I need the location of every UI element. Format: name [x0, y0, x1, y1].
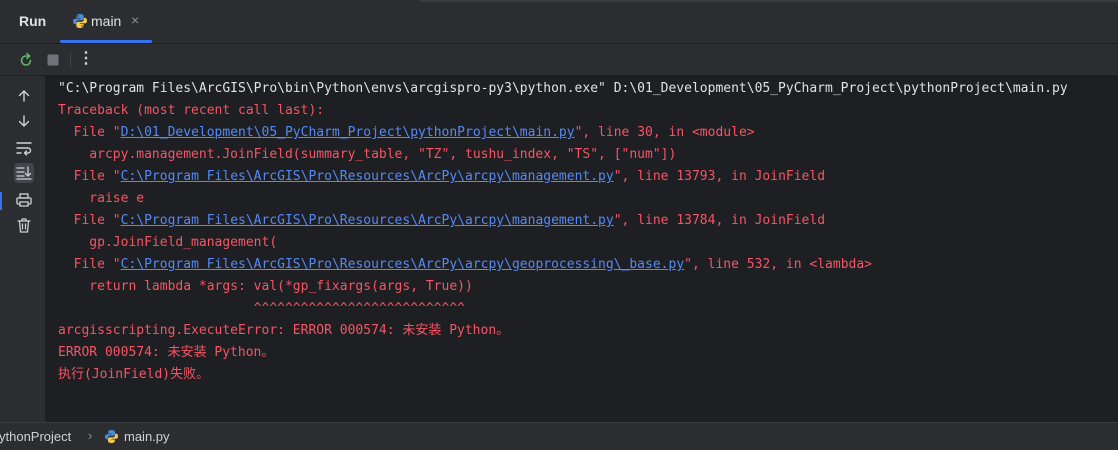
- toolbar-divider: [70, 53, 71, 67]
- console-text: Traceback (most recent call last):: [58, 103, 325, 118]
- console-line: File "D:\01_Development\05_PyCharm_Proje…: [58, 122, 755, 144]
- console-line: File "C:\Program Files\ArcGIS\Pro\Resour…: [58, 166, 825, 188]
- console-line: "C:\Program Files\ArcGIS\Pro\bin\Python\…: [58, 78, 1068, 100]
- tab-main[interactable]: main ×: [60, 0, 152, 44]
- down-arrow-icon[interactable]: [14, 111, 34, 131]
- console-text: ", line 13793, in JoinField: [613, 169, 826, 184]
- chevron-right-icon: ›: [88, 428, 93, 443]
- console-side-toolbar: [0, 76, 46, 422]
- console-text: ^^^^^^^^^^^^^^^^^^^^^^^^^^^: [58, 301, 465, 316]
- console-line: return lambda *args: val(*gp_fixargs(arg…: [58, 276, 473, 298]
- console-text: arcpy.management.JoinField(summary_table…: [58, 147, 677, 162]
- run-toolbar: ⋮: [0, 44, 1118, 76]
- console-text: raise e: [58, 191, 145, 206]
- python-file-icon: [104, 429, 119, 444]
- console-line: gp.JoinField_management(: [58, 232, 277, 254]
- trash-icon[interactable]: [14, 215, 34, 235]
- console-line: raise e: [58, 188, 144, 210]
- tab-active-indicator: [60, 40, 152, 43]
- stop-icon[interactable]: [44, 51, 62, 69]
- console-text: ERROR 000574: 未安装 Python。: [58, 345, 275, 360]
- rerun-icon[interactable]: [17, 51, 35, 69]
- more-options-icon[interactable]: ⋮: [78, 48, 94, 68]
- editor-divider: [420, 0, 1118, 2]
- console-output[interactable]: "C:\Program Files\ArcGIS\Pro\bin\Python\…: [46, 76, 1118, 422]
- console-line: arcgisscripting.ExecuteError: ERROR 0005…: [58, 320, 509, 342]
- console-line: ERROR 000574: 未安装 Python。: [58, 342, 274, 364]
- breadcrumb-project[interactable]: ythonProject: [0, 429, 71, 444]
- console-text: File ": [58, 257, 121, 272]
- console-line: File "C:\Program Files\ArcGIS\Pro\Resour…: [58, 254, 872, 276]
- file-path-link[interactable]: C:\Program Files\ArcGIS\Pro\Resources\Ar…: [121, 169, 614, 184]
- scroll-to-end-icon[interactable]: [14, 163, 34, 183]
- console-line: arcpy.management.JoinField(summary_table…: [58, 144, 676, 166]
- console-text: ", line 30, in <module>: [574, 125, 755, 140]
- run-tool-window-title: Run: [19, 13, 47, 29]
- console-text: ", line 13784, in JoinField: [613, 213, 826, 228]
- console-line: 执行(JoinField)失败。: [58, 364, 209, 386]
- console-line: File "C:\Program Files\ArcGIS\Pro\Resour…: [58, 210, 825, 232]
- soft-wrap-icon[interactable]: [14, 138, 34, 158]
- console-text: File ": [58, 213, 121, 228]
- console-text: return lambda *args: val(*gp_fixargs(arg…: [58, 279, 473, 294]
- file-path-link[interactable]: D:\01_Development\05_PyCharm_Project\pyt…: [121, 125, 575, 140]
- file-path-link[interactable]: C:\Program Files\ArcGIS\Pro\Resources\Ar…: [121, 213, 614, 228]
- python-file-icon: [72, 13, 88, 29]
- console-text: File ": [58, 169, 121, 184]
- console-text: ", line 532, in <lambda>: [684, 257, 872, 272]
- file-path-link[interactable]: C:\Program Files\ArcGIS\Pro\Resources\Ar…: [121, 257, 685, 272]
- console-line: ^^^^^^^^^^^^^^^^^^^^^^^^^^^: [58, 298, 465, 320]
- tab-label: main: [91, 13, 122, 29]
- status-bar: ythonProject › main.py: [0, 422, 1118, 450]
- close-icon[interactable]: ×: [131, 12, 139, 28]
- active-console-indicator: [0, 192, 2, 210]
- print-icon[interactable]: [14, 190, 34, 210]
- console-text: File ": [58, 125, 121, 140]
- up-arrow-icon[interactable]: [14, 86, 34, 106]
- console-text: "C:\Program Files\ArcGIS\Pro\bin\Python\…: [58, 81, 1068, 96]
- console-text: gp.JoinField_management(: [58, 235, 278, 250]
- console-text: arcgisscripting.ExecuteError: ERROR 0005…: [58, 323, 510, 338]
- breadcrumb-file[interactable]: main.py: [124, 429, 170, 444]
- console-text: 执行(JoinField)失败。: [58, 367, 210, 382]
- tool-window-header: Run main ×: [0, 0, 1118, 44]
- console-line: Traceback (most recent call last):: [58, 100, 324, 122]
